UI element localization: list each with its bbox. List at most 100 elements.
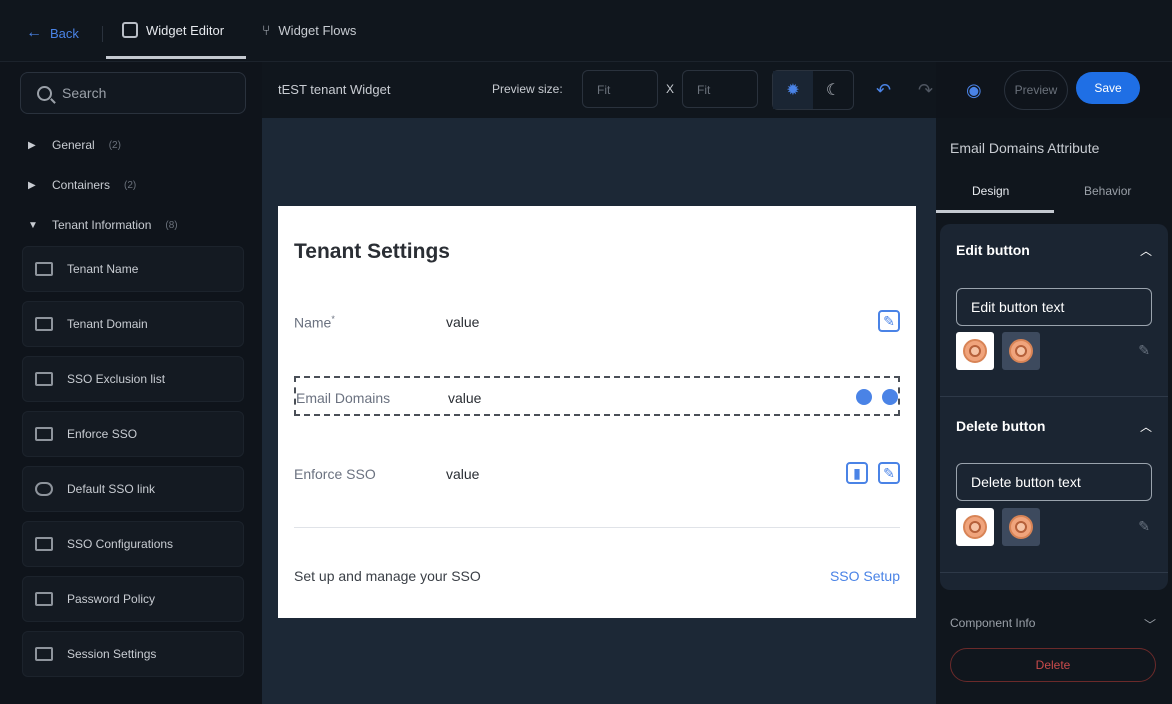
tab-widget-editor[interactable]: Widget Editor — [122, 22, 224, 38]
chevron-up-icon[interactable]: ︿ — [1140, 242, 1152, 259]
trash-icon[interactable]: ▮ — [846, 462, 868, 484]
delete-button-text-input[interactable]: Delete button text — [956, 463, 1152, 501]
sun-icon[interactable]: ✹ — [773, 71, 813, 109]
canvas-toolbar: tEST tenant Widget Preview size: Fit X F… — [262, 62, 1068, 118]
input-icon — [35, 262, 53, 276]
divider — [294, 527, 900, 528]
attribute-row-enforce-sso[interactable]: Enforce SSO value ▮ ✎ — [294, 454, 900, 494]
input-icon — [35, 317, 53, 331]
row-label: Enforce SSO — [294, 466, 376, 482]
preview-button[interactable]: Preview — [1004, 70, 1068, 110]
undo-icon[interactable]: ↶ — [876, 80, 891, 101]
component-info-header[interactable]: Component Info — [950, 616, 1035, 630]
target-icon-center — [1015, 521, 1027, 533]
group-count: (2) — [108, 139, 121, 151]
target-icon-center — [969, 521, 981, 533]
input-icon — [35, 647, 53, 661]
list-item[interactable]: SSO Configurations — [22, 521, 244, 567]
redo-icon[interactable]: ↷ — [918, 80, 933, 101]
search-placeholder: Search — [62, 85, 107, 101]
arrow-left-icon: ← — [26, 24, 42, 41]
item-label: SSO Exclusion list — [67, 372, 166, 386]
list-item[interactable]: Tenant Name — [22, 246, 244, 292]
attribute-row-email-domains[interactable]: Email Domains value — [294, 376, 900, 416]
group-count: (8) — [165, 219, 178, 231]
icon-swatch-light[interactable] — [956, 332, 994, 370]
group-general[interactable]: ▶ General (2) — [28, 138, 121, 152]
group-count: (2) — [124, 179, 137, 191]
globe-icon[interactable]: ◉ — [966, 80, 982, 101]
icon-swatch-dark[interactable] — [1002, 332, 1040, 370]
pencil-icon[interactable]: ✎ — [1138, 342, 1150, 359]
list-item[interactable]: Session Settings — [22, 631, 244, 677]
link-icon — [35, 482, 53, 496]
card-title: Tenant Settings — [294, 240, 450, 263]
preview-canvas: Tenant Settings Name* value ✎ Email Doma… — [262, 118, 936, 704]
edit-icon[interactable]: ✎ — [878, 310, 900, 332]
pencil-icon[interactable]: ✎ — [1138, 518, 1150, 535]
section-title-delete-button: Delete button — [956, 418, 1046, 434]
list-item[interactable]: Enforce SSO — [22, 411, 244, 457]
divider — [940, 572, 1168, 573]
tab-behavior[interactable]: Behavior — [1084, 184, 1131, 198]
widget-card: Tenant Settings Name* value ✎ Email Doma… — [278, 206, 916, 618]
row-value: value — [446, 466, 480, 482]
sso-setup-link[interactable]: SSO Setup — [830, 568, 900, 584]
back-button[interactable]: ← Back — [26, 24, 79, 42]
back-label: Back — [50, 25, 79, 41]
list-item[interactable]: Password Policy — [22, 576, 244, 622]
row-value: value — [446, 314, 480, 330]
input-icon — [35, 592, 53, 606]
chevron-down-icon[interactable]: ﹀ — [1144, 616, 1156, 633]
attribute-row-name[interactable]: Name* value ✎ — [294, 302, 900, 342]
item-label: Default SSO link — [67, 482, 156, 496]
row-actions: ✎ — [878, 310, 900, 332]
design-sections: Edit button ︿ Edit button text ✎ Delete … — [940, 224, 1168, 590]
target-icon — [963, 339, 987, 363]
edit-icon[interactable]: ✎ — [878, 462, 900, 484]
group-label: General — [52, 138, 95, 152]
required-mark: * — [331, 314, 335, 324]
item-label: Enforce SSO — [67, 427, 138, 441]
group-containers[interactable]: ▶ Containers (2) — [28, 178, 136, 192]
save-button[interactable]: Save — [1076, 72, 1140, 104]
delete-button-icon[interactable] — [882, 389, 898, 405]
item-label: Session Settings — [67, 647, 157, 661]
icon-swatch-light[interactable] — [956, 508, 994, 546]
theme-toggle: ✹ ☾ — [772, 70, 854, 110]
chevron-right-icon: ▶ — [28, 139, 36, 151]
flow-icon: ⑂ — [262, 22, 271, 38]
row-actions — [856, 386, 898, 405]
tab-widget-flows[interactable]: ⑂ Widget Flows — [262, 22, 356, 38]
list-item[interactable]: Tenant Domain — [22, 301, 244, 347]
group-tenant-information[interactable]: ▼ Tenant Information (8) — [28, 218, 178, 232]
tab-design[interactable]: Design — [972, 184, 1009, 198]
group-label: Tenant Information — [52, 218, 152, 232]
layout-icon — [122, 22, 138, 38]
chevron-right-icon: ▶ — [28, 179, 36, 191]
tab-label: Widget Editor — [146, 22, 225, 38]
icon-swatch-dark[interactable] — [1002, 508, 1040, 546]
preview-height-input[interactable]: Fit — [682, 70, 758, 108]
delete-component-button[interactable]: Delete — [950, 648, 1156, 682]
icon-picker — [956, 332, 1156, 370]
component-sidebar: Search ▶ General (2) ▶ Containers (2) ▼ … — [0, 62, 262, 704]
top-bar: ← Back Widget Editor ⑂ Widget Flows — [0, 0, 1172, 62]
list-item[interactable]: Default SSO link — [22, 466, 244, 512]
preview-width-input[interactable]: Fit — [582, 70, 658, 108]
moon-icon[interactable]: ☾ — [813, 71, 853, 109]
chevron-up-icon[interactable]: ︿ — [1140, 418, 1152, 435]
edit-button-text-input[interactable]: Edit button text — [956, 288, 1152, 326]
group-label: Containers — [52, 178, 111, 192]
size-separator: X — [666, 82, 675, 96]
row-label: Name* — [294, 314, 335, 331]
search-input[interactable]: Search — [20, 72, 246, 114]
list-item[interactable]: SSO Exclusion list — [22, 356, 244, 402]
target-icon — [963, 515, 987, 539]
row-label: Email Domains — [296, 390, 391, 406]
panel-title: Email Domains Attribute — [950, 140, 1100, 156]
target-icon — [1009, 515, 1033, 539]
section-title-edit-button: Edit button — [956, 242, 1030, 258]
active-tab-indicator — [106, 56, 246, 59]
edit-button-icon[interactable] — [856, 389, 872, 405]
